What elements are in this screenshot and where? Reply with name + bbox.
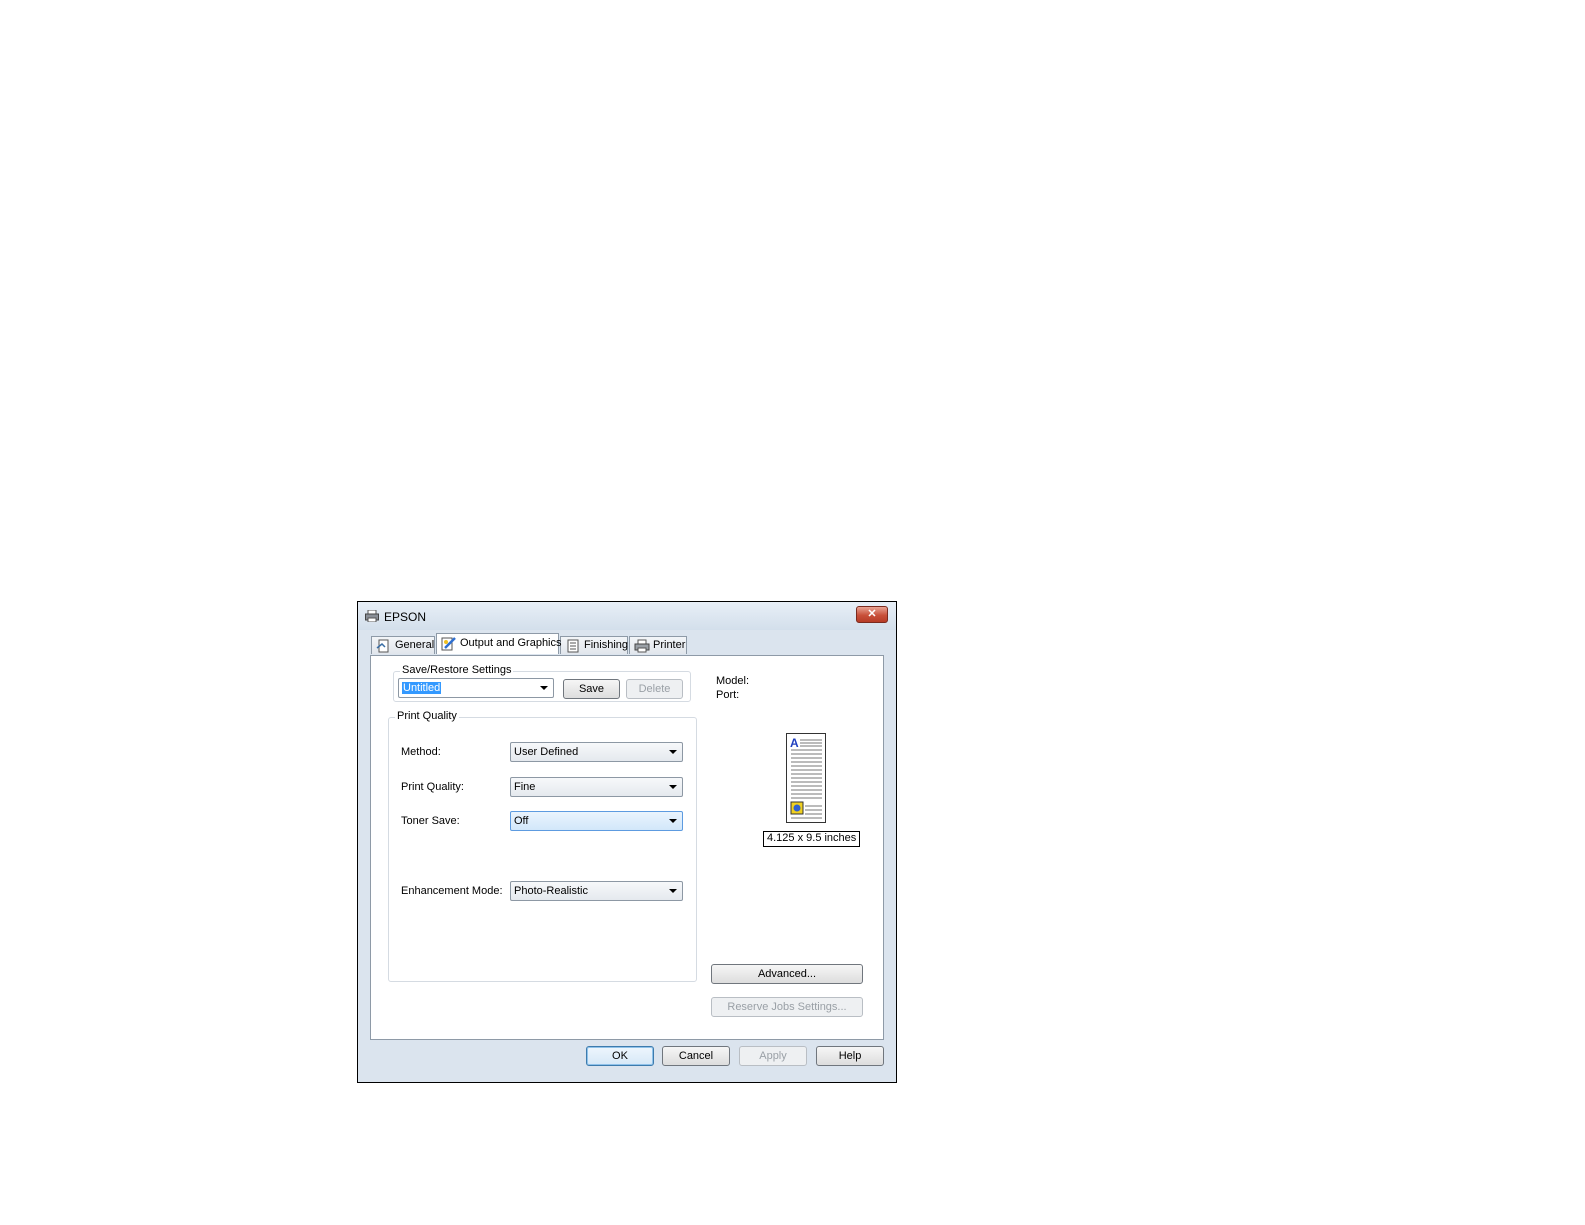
- toner-save-label: Toner Save:: [401, 815, 460, 827]
- advanced-button[interactable]: Advanced...: [711, 964, 863, 984]
- close-button[interactable]: ✕: [856, 606, 888, 623]
- enhancement-mode-label: Enhancement Mode:: [401, 885, 503, 897]
- print-quality-value: Fine: [514, 781, 536, 793]
- settings-preset-combo[interactable]: Untitled: [398, 678, 554, 698]
- print-properties-dialog: EPSON ✕ General Output and Graphics Fini…: [357, 601, 897, 1083]
- delete-button[interactable]: Delete: [626, 679, 683, 699]
- chevron-down-icon: [669, 785, 677, 789]
- method-value: User Defined: [514, 746, 579, 758]
- reserve-jobs-settings-button[interactable]: Reserve Jobs Settings...: [711, 997, 863, 1017]
- chevron-down-icon: [669, 750, 677, 754]
- window-title: EPSON: [384, 610, 427, 624]
- tab-general[interactable]: General: [371, 636, 435, 654]
- printer-icon: [634, 639, 650, 653]
- chevron-down-icon: [669, 889, 677, 893]
- method-combo[interactable]: User Defined: [510, 742, 683, 762]
- document-icon: [376, 639, 389, 653]
- chevron-down-icon: [669, 819, 677, 823]
- printer-icon: [365, 610, 379, 622]
- settings-preset-value: Untitled: [402, 682, 442, 694]
- enhancement-mode-combo[interactable]: Photo-Realistic: [510, 881, 683, 901]
- paper-size-label: 4.125 x 9.5 inches: [763, 831, 861, 847]
- paper-preview: A: [786, 733, 826, 823]
- model-label: Model:: [716, 675, 750, 687]
- save-restore-group-label: Save/Restore Settings: [400, 664, 514, 676]
- tab-printer-label: Printer: [653, 639, 686, 651]
- tab-printer[interactable]: Printer: [629, 636, 687, 654]
- svg-text:A: A: [790, 736, 799, 750]
- tab-finishing[interactable]: Finishing: [560, 636, 628, 654]
- enhancement-mode-value: Photo-Realistic: [514, 885, 588, 897]
- tab-general-label: General: [395, 639, 435, 651]
- tab-output-and-graphics[interactable]: Output and Graphics: [436, 633, 562, 654]
- print-quality-group-label: Print Quality: [395, 710, 459, 722]
- toner-save-combo[interactable]: Off: [510, 811, 683, 831]
- output-graphics-icon: [441, 637, 456, 651]
- print-quality-combo[interactable]: Fine: [510, 777, 683, 797]
- toner-save-value: Off: [514, 815, 529, 827]
- port-label: Port:: [716, 689, 740, 701]
- apply-button[interactable]: Apply: [739, 1046, 807, 1066]
- save-button[interactable]: Save: [563, 679, 620, 699]
- print-quality-label: Print Quality:: [401, 781, 464, 793]
- close-icon: ✕: [867, 608, 877, 620]
- title-bar[interactable]: EPSON ✕: [358, 602, 896, 630]
- tab-panel-output-and-graphics: Save/Restore Settings Untitled Save Dele…: [370, 655, 884, 1040]
- finishing-icon: [567, 639, 579, 653]
- page-layout-preview-icon: A: [790, 736, 822, 819]
- method-label: Method:: [401, 746, 441, 758]
- cancel-button[interactable]: Cancel: [662, 1046, 730, 1066]
- help-button[interactable]: Help: [816, 1046, 884, 1066]
- tab-output-label: Output and Graphics: [460, 637, 562, 649]
- chevron-down-icon: [540, 686, 548, 690]
- tab-finishing-label: Finishing: [584, 639, 629, 651]
- ok-button[interactable]: OK: [586, 1046, 654, 1066]
